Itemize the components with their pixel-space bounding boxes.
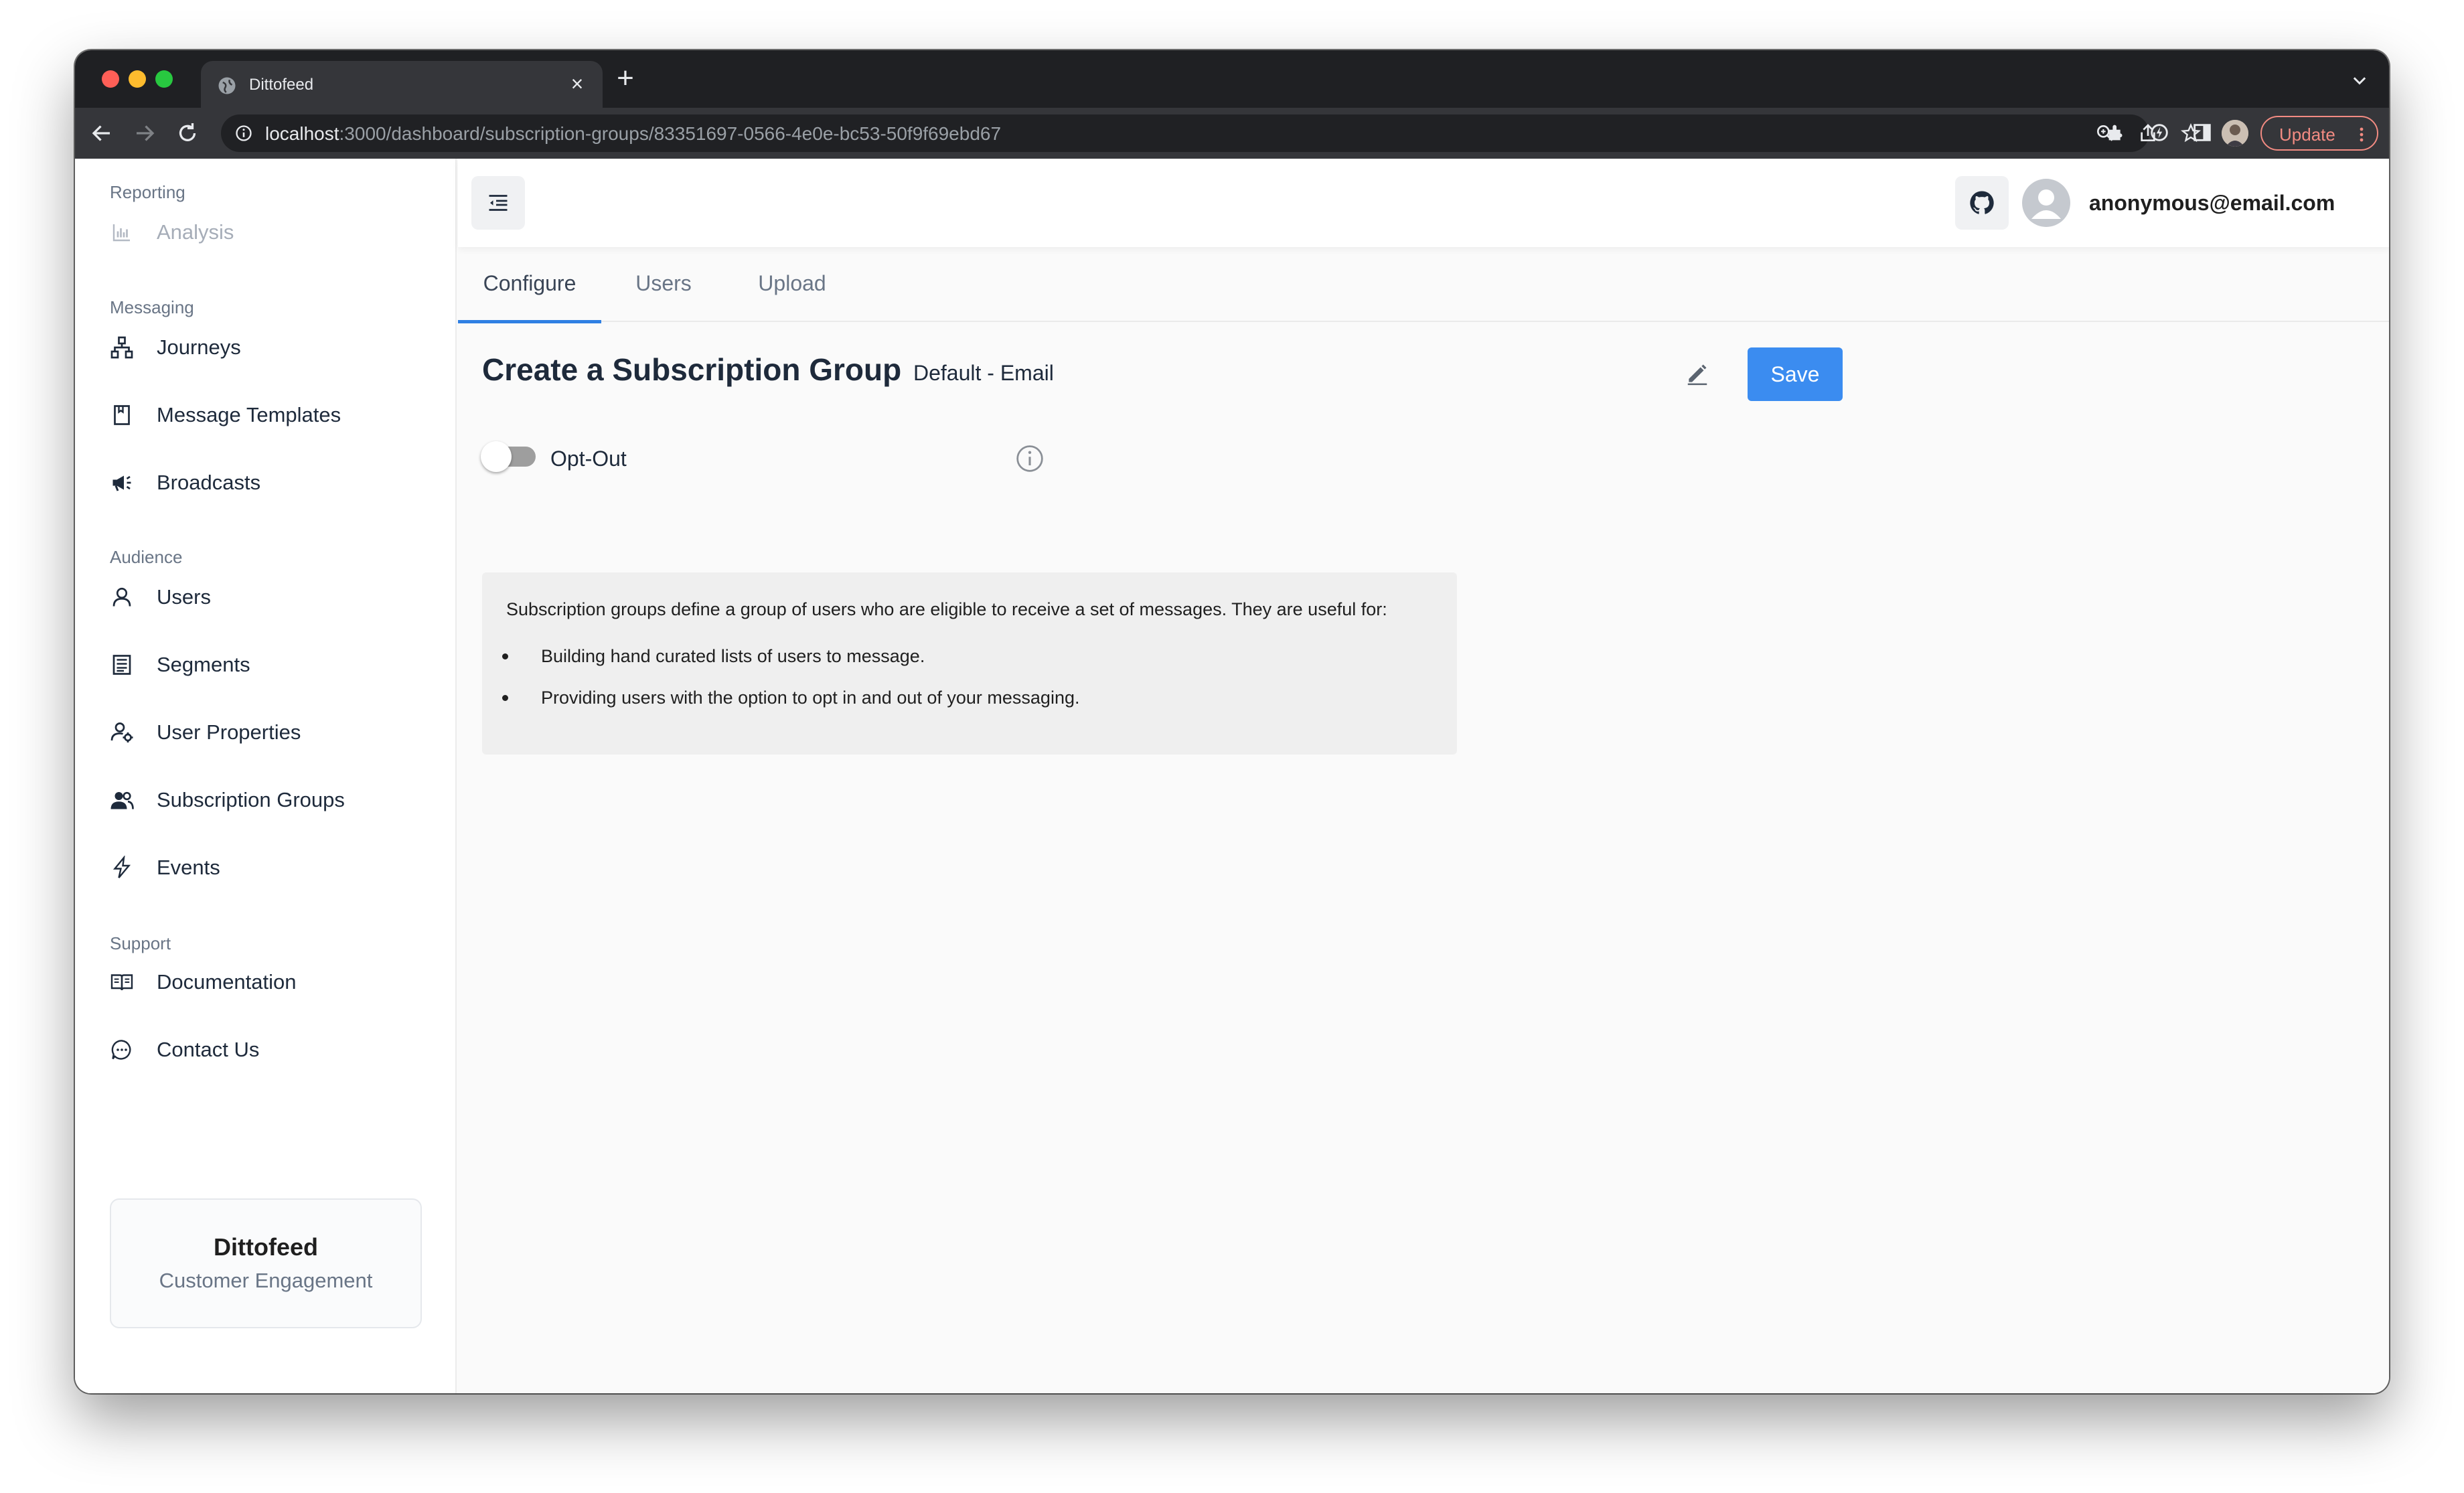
chart-icon [110,220,134,244]
sidebar-item-subscription-groups[interactable]: Subscription Groups [110,773,431,827]
sidebar-item-analysis: Analysis [110,206,431,259]
user-avatar[interactable] [2022,179,2070,227]
back-icon[interactable] [90,121,114,145]
more-vertical-icon [2358,127,2365,143]
window-zoom-button[interactable] [155,70,173,88]
brand-card: Dittofeed Customer Engagement [110,1198,422,1328]
sidebar-item-user-properties[interactable]: User Properties [110,706,431,759]
chat-icon [110,1038,134,1062]
menu-toggle-button[interactable] [471,176,525,230]
sidebar-item-label: Documentation [157,970,297,994]
save-button[interactable]: Save [1748,347,1843,401]
megaphone-icon [110,471,134,495]
person-icon [2022,179,2070,227]
tab-label: Configure [458,271,601,296]
info-bullet: Providing users with the option to opt i… [541,688,1079,708]
browser-tabstrip: Dittofeed × + [75,50,2389,108]
segments-icon [110,653,134,677]
sidebar-section-audience: Audience [110,547,182,568]
user-icon [110,585,134,609]
sidebar-item-label: Broadcasts [157,471,260,495]
profile-avatar[interactable] [2222,120,2248,147]
main-content: Create a Subscription Group Default - Em… [458,322,2389,1393]
app-root: Reporting Analysis Messaging Journeys [75,159,2389,1393]
group-icon [110,788,134,812]
sidebar-item-label: Users [157,585,211,609]
sidebar: Reporting Analysis Messaging Journeys [75,159,457,1393]
optout-label: Opt-Out [550,447,627,471]
tab-label: Users [601,271,726,296]
sidebar-item-message-templates[interactable]: Message Templates [110,388,431,442]
sidebar-item-label: Message Templates [157,403,341,427]
sidebar-item-label: Subscription Groups [157,788,345,812]
new-tab-icon[interactable]: + [611,65,640,94]
tab-configure[interactable]: Configure [458,247,601,322]
sidebar-item-label: Contact Us [157,1038,259,1062]
extension-sync-icon[interactable] [2148,121,2171,144]
tab-users[interactable]: Users [601,247,726,322]
brand-subtitle: Customer Engagement [111,1269,420,1293]
github-icon [1969,189,1995,216]
sidebar-item-label: Analysis [157,220,234,244]
url-text: localhost:3000/dashboard/subscription-gr… [265,123,1001,145]
globe-icon [217,76,237,96]
tab-label: Upload [726,271,858,296]
optout-toggle[interactable] [481,441,537,472]
book-icon [110,970,134,994]
app-header: anonymous@email.com [458,159,2389,247]
edit-pencil-icon[interactable] [1685,361,1710,386]
chevron-down-icon[interactable] [2350,72,2369,90]
tab-upload[interactable]: Upload [726,247,858,322]
sidebar-item-label: Journeys [157,335,241,360]
sidebar-item-contact-us[interactable]: Contact Us [110,1023,431,1077]
brand-name: Dittofeed [111,1233,420,1261]
tab-close-icon[interactable]: × [565,72,589,96]
forward-icon[interactable] [133,121,157,145]
sidebar-item-documentation[interactable]: Documentation [110,955,431,1009]
info-bullet: Building hand curated lists of users to … [541,646,925,667]
journeys-icon [110,335,134,360]
reload-icon[interactable] [175,121,200,145]
info-icon[interactable] [1015,444,1045,473]
sidebar-item-users[interactable]: Users [110,570,431,624]
info-intro-text: Subscription groups define a group of us… [506,599,1387,620]
bullet-dot [502,653,508,659]
subscription-group-name[interactable]: Default - Email [913,361,1054,386]
sidebar-item-journeys[interactable]: Journeys [110,321,431,374]
lightning-icon [110,856,134,880]
browser-toolbar: localhost:3000/dashboard/subscription-gr… [75,108,2389,159]
window-minimize-button[interactable] [129,70,146,88]
address-bar[interactable]: localhost:3000/dashboard/subscription-gr… [221,114,2149,152]
sidebar-item-label: Events [157,856,220,880]
browser-tab[interactable]: Dittofeed × [201,61,603,108]
tab-bar: Configure Users Upload [458,247,2389,322]
window-close-button[interactable] [102,70,119,88]
site-info-icon[interactable] [234,124,253,143]
user-settings-icon [110,720,134,744]
github-button[interactable] [1955,176,2009,230]
toggle-thumb [481,441,512,472]
extensions-icon[interactable] [2105,121,2128,144]
info-panel: Subscription groups define a group of us… [482,572,1457,755]
sidebar-item-segments[interactable]: Segments [110,638,431,692]
sidebar-section-support: Support [110,933,171,954]
sidebar-section-reporting: Reporting [110,182,185,203]
browser-tab-title: Dittofeed [249,76,313,94]
page-title: Create a Subscription Group [482,351,901,388]
menu-collapse-icon [486,191,510,215]
template-icon [110,403,134,427]
side-panel-icon[interactable] [2191,121,2214,144]
sidebar-item-broadcasts[interactable]: Broadcasts [110,456,431,509]
profile-photo-icon [2222,120,2248,147]
sidebar-item-label: Segments [157,653,250,677]
user-email: anonymous@email.com [2089,191,2335,216]
update-label: Update [2279,125,2335,145]
save-label: Save [1748,362,1843,387]
sidebar-item-label: User Properties [157,720,301,744]
update-button[interactable]: Update [2260,116,2378,151]
bullet-dot [502,695,508,701]
browser-window: Dittofeed × + localhost:3000/dashboard/s… [75,50,2389,1393]
sidebar-item-events[interactable]: Events [110,841,431,894]
sidebar-section-messaging: Messaging [110,297,194,318]
